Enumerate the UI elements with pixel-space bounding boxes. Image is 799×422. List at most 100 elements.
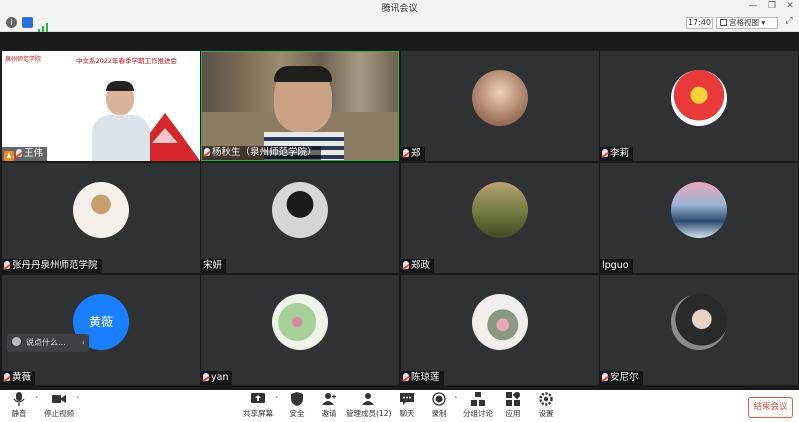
meeting-info-bar: i 17:40 宫格视图 ▾ ⤢	[0, 14, 799, 33]
participant-name-bar: 黄薇	[2, 371, 36, 385]
participant-name: 郑	[411, 148, 421, 159]
participant-name: 黄薇	[12, 372, 32, 383]
manage-members-label: 管理成员(12)	[346, 409, 392, 418]
end-meeting-button[interactable]: 结束会议	[748, 397, 793, 418]
slide-org-logo: 泉州师范学院	[5, 56, 42, 63]
manage-members-button[interactable]: 管理成员(12)	[346, 392, 392, 420]
participant-tile[interactable]: 李莉	[600, 51, 798, 161]
participant-tile[interactable]: yan	[201, 275, 399, 385]
participant-tile[interactable]: 张丹丹泉州师范学院	[2, 163, 200, 273]
security-label: 安全	[289, 409, 305, 418]
participant-name: 安尼尔	[610, 372, 639, 383]
avatar	[272, 294, 328, 350]
participant-name-bar: 安尼尔	[600, 371, 643, 385]
participant-name-bar: ♟ 王伟	[2, 147, 48, 161]
chat-placeholder: 说点什么...	[26, 338, 66, 347]
minimize-icon[interactable]: —	[745, 0, 761, 14]
emoji-icon[interactable]	[12, 337, 21, 346]
settings-label: 设置	[538, 409, 554, 418]
stop-video-button[interactable]: 停止视频	[44, 392, 74, 420]
video-camera-icon	[52, 392, 66, 406]
muted-mic-icon	[4, 373, 10, 381]
collapse-chat-icon[interactable]: ‹	[82, 334, 85, 352]
participant-tile[interactable]: lpguo	[600, 163, 798, 273]
invite-button[interactable]: 邀请	[318, 392, 340, 420]
participant-name-bar: yan	[201, 371, 233, 385]
muted-mic-icon	[204, 148, 210, 156]
fullscreen-icon[interactable]: ⤢	[783, 16, 795, 29]
record-icon	[432, 392, 446, 406]
invite-icon	[322, 392, 336, 406]
apps-button[interactable]: 应用	[502, 390, 524, 420]
close-icon[interactable]: ✕	[782, 0, 798, 14]
restore-icon[interactable]: ❐	[764, 0, 780, 14]
muted-mic-icon	[602, 373, 608, 381]
participant-name-bar: 李莉	[600, 147, 634, 161]
participant-tile[interactable]: 郑政	[401, 163, 599, 273]
invite-label: 邀请	[321, 409, 337, 418]
chevron-up-icon[interactable]: ˄	[35, 396, 39, 404]
avatar	[671, 182, 727, 238]
participant-tile[interactable]: 黄薇 黄薇	[2, 275, 200, 385]
microphone-icon	[12, 392, 26, 406]
muted-mic-icon	[403, 261, 409, 269]
muted-mic-icon	[403, 373, 409, 381]
apps-icon	[506, 390, 522, 406]
security-button[interactable]: 安全	[286, 392, 308, 420]
muted-mic-icon	[403, 149, 409, 157]
chat-input[interactable]: 说点什么... ‹	[7, 334, 89, 352]
window-title: 腾讯会议	[381, 4, 418, 14]
view-mode-button[interactable]: 宫格视图 ▾	[716, 17, 778, 29]
participant-name-bar: 郑政	[401, 259, 435, 273]
participant-tile[interactable]: 陈琼莲	[401, 275, 599, 385]
muted-mic-icon	[16, 149, 22, 157]
shield-icon	[290, 392, 304, 406]
members-icon	[361, 392, 375, 406]
participant-name: 王伟	[24, 148, 44, 159]
settings-button[interactable]: 设置	[535, 392, 557, 420]
signal-icon[interactable]	[38, 18, 48, 33]
speaker-video	[92, 81, 152, 161]
breakout-rooms-button[interactable]: 分组讨论	[462, 392, 494, 420]
grid-view-icon	[720, 19, 727, 26]
mute-label: 静音	[11, 409, 27, 418]
share-screen-icon	[251, 392, 265, 406]
participant-name-bar: 宋妍	[201, 259, 227, 273]
chevron-up-icon[interactable]: ˄	[76, 396, 80, 404]
avatar	[73, 182, 129, 238]
breakout-icon	[471, 392, 485, 406]
record-button[interactable]: 录制	[428, 392, 450, 420]
info-icon[interactable]: i	[6, 17, 17, 28]
muted-mic-icon	[203, 373, 209, 381]
chat-label: 聊天	[399, 409, 415, 418]
avatar	[272, 182, 328, 238]
shield-icon[interactable]	[22, 17, 33, 28]
chevron-up-icon[interactable]: ˄	[454, 396, 458, 404]
view-mode-label: 宫格视图	[729, 18, 759, 27]
video-grid: 泉州师范学院 中文系2022年春季学期工作推进会 ♟ 王伟 杨秋生（泉州师范学院）…	[0, 32, 799, 390]
participant-tile-active-speaker[interactable]: 杨秋生（泉州师范学院）	[201, 51, 399, 161]
share-screen-button[interactable]: 共享屏幕	[242, 392, 274, 420]
participant-tile[interactable]: 郑	[401, 51, 599, 161]
avatar	[472, 294, 528, 350]
chat-button[interactable]: 聊天	[396, 392, 418, 420]
participant-tile[interactable]: 宋妍	[201, 163, 399, 273]
breakout-label: 分组讨论	[463, 409, 493, 418]
title-bar: 腾讯会议 — ❐ ✕	[0, 0, 799, 14]
participant-tile[interactable]: 泉州师范学院 中文系2022年春季学期工作推进会 ♟ 王伟	[2, 51, 200, 161]
chevron-up-icon[interactable]: ˄	[275, 396, 279, 404]
muted-mic-icon	[4, 261, 10, 269]
participant-name: yan	[211, 372, 229, 383]
mute-button[interactable]: 静音	[8, 392, 30, 420]
chat-icon	[400, 392, 414, 406]
participant-tile[interactable]: 安尼尔	[600, 275, 798, 385]
host-icon: ♟	[4, 151, 14, 161]
participant-name-bar: 郑	[401, 147, 425, 161]
meeting-toolbar: 静音 ˄ 停止视频 ˄ 共享屏幕 ˄ 安全 邀请 管理成员(12) 聊天 录制 …	[0, 390, 799, 422]
participant-name: 杨秋生（泉州师范学院）	[212, 147, 317, 158]
share-screen-label: 共享屏幕	[243, 409, 273, 418]
participant-name-bar: 张丹丹泉州师范学院	[2, 259, 102, 273]
participant-name-bar: lpguo	[600, 259, 633, 273]
participant-name: 陈琼莲	[411, 372, 440, 383]
apps-label: 应用	[505, 409, 521, 418]
